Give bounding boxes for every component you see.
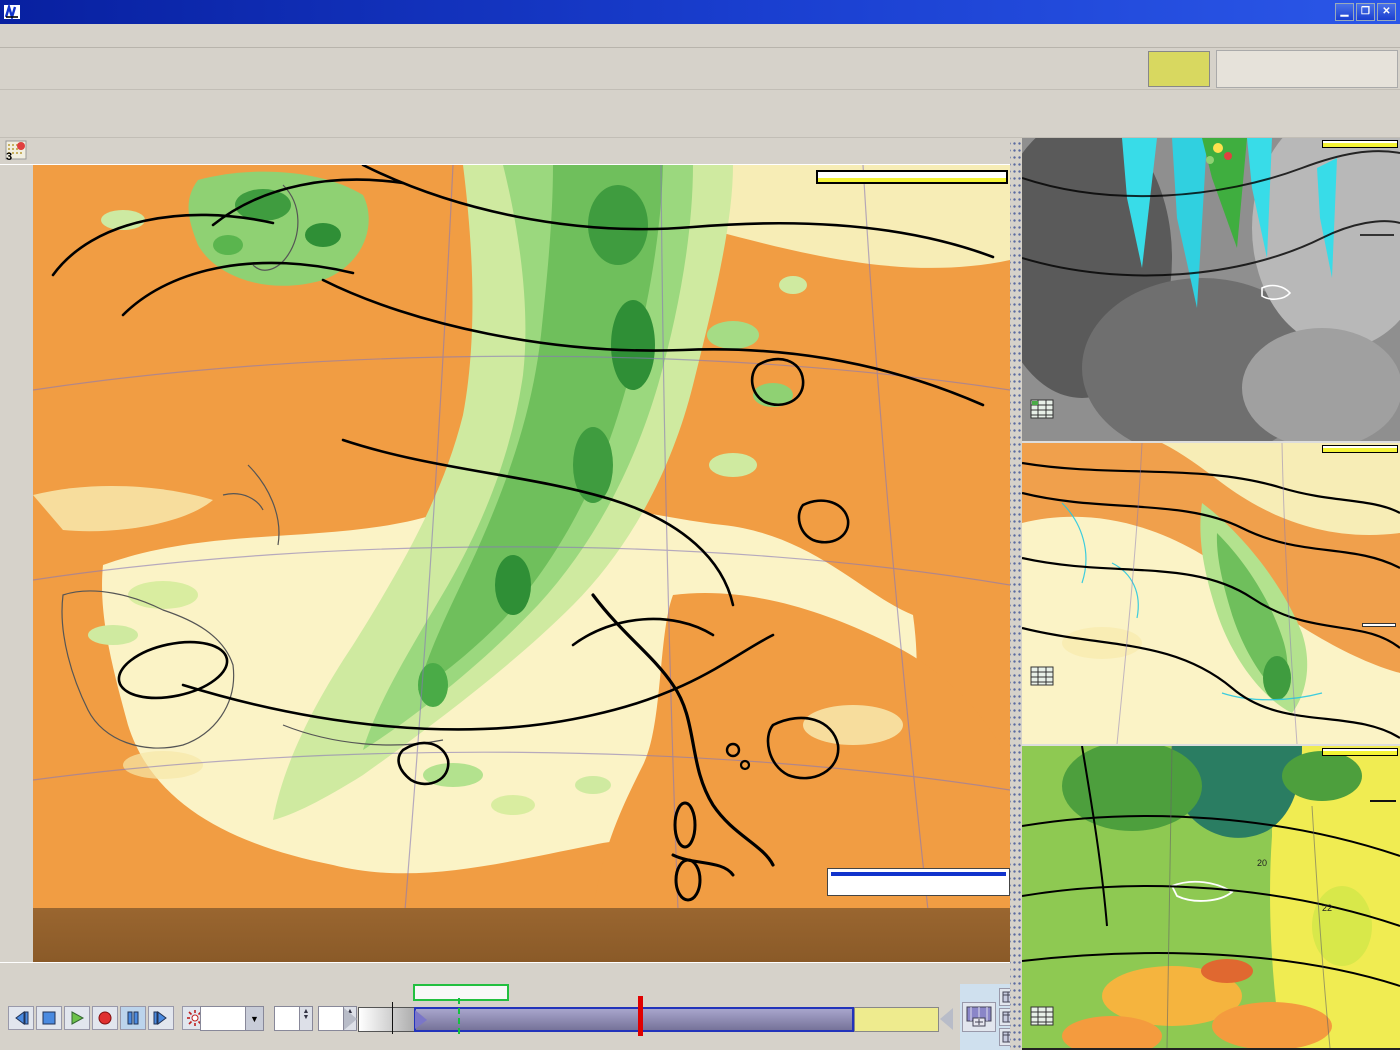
zoom-percent-button[interactable] — [1148, 51, 1210, 87]
step-count-value — [319, 1007, 343, 1030]
step-back-button[interactable] — [8, 1006, 34, 1030]
reference-time-line — [392, 1002, 393, 1034]
link-all-scenes-button[interactable] — [962, 1002, 996, 1032]
layer-status-rows[interactable] — [33, 908, 1010, 962]
dropdown-arrow-icon[interactable]: ▼ — [245, 1007, 263, 1030]
current-time-box — [413, 984, 509, 1001]
application-window: ▁ ❐ ✕ 3 — [0, 0, 1400, 1050]
main-weather-map[interactable] — [33, 165, 1010, 910]
timeline-scroll-right[interactable] — [940, 1008, 953, 1030]
wind-legend-unit — [1360, 234, 1394, 236]
timeline[interactable] — [358, 984, 958, 1050]
record-button[interactable] — [92, 1006, 118, 1030]
timeline-selected-range[interactable] — [414, 1007, 854, 1032]
scene-500hpa[interactable] — [1022, 443, 1400, 746]
scene-300hpa[interactable] — [1022, 138, 1400, 443]
restore-button[interactable]: ❐ — [1356, 3, 1375, 21]
time-control-bar: ▼ ▲▼ ▲▼ — [0, 984, 1022, 1050]
svg-text:3: 3 — [6, 151, 12, 163]
map-time-label — [818, 180, 1006, 182]
time-step-dropdown[interactable]: ▼ — [200, 1006, 264, 1031]
app-logo-icon — [4, 4, 20, 20]
side-scene-panels: 20 22 — [1022, 138, 1400, 1050]
map-title-box — [816, 170, 1008, 184]
relf-legend — [827, 868, 1010, 896]
scene-toolbar — [0, 90, 1400, 138]
legend-unit — [828, 879, 1009, 887]
title-bar[interactable]: ▁ ❐ ✕ — [0, 0, 1400, 24]
timeline-scroll-left[interactable] — [344, 1008, 357, 1030]
legend-title — [831, 872, 1006, 876]
temperature-scale — [1370, 800, 1396, 802]
alert-panel — [1216, 50, 1398, 88]
selected-time-line[interactable] — [638, 996, 643, 1036]
scene-850hpa[interactable]: 20 22 — [1022, 746, 1400, 1048]
timeline-track[interactable] — [358, 1007, 938, 1032]
map-canvas[interactable] — [33, 165, 1010, 910]
close-button[interactable]: ✕ — [1377, 3, 1396, 21]
status-bar — [0, 962, 1022, 984]
tab-group-icon: 3 — [4, 139, 30, 163]
panel-splitter[interactable] — [1010, 138, 1022, 1050]
timeline-future-range[interactable] — [854, 1007, 939, 1032]
layer-table-icon[interactable] — [1030, 399, 1056, 421]
main-toolbar — [0, 48, 1400, 90]
current-time-line — [458, 998, 460, 1034]
relf-mini-legend — [1362, 623, 1396, 627]
timeline-position-marker[interactable] — [415, 1010, 427, 1029]
layer-table-icon[interactable] — [1030, 1006, 1056, 1028]
layer-table-icon[interactable] — [1030, 666, 1056, 688]
spinner-arrows[interactable]: ▲▼ — [299, 1007, 312, 1030]
step-forward-button[interactable] — [148, 1006, 174, 1030]
loop-count-spinner[interactable]: ▲▼ — [274, 1006, 313, 1031]
wind-legend — [1360, 234, 1394, 236]
left-icon-sidebar — [0, 165, 33, 985]
panel-time-label — [1323, 145, 1397, 147]
stop-button[interactable] — [36, 1006, 62, 1030]
minimize-button[interactable]: ▁ — [1335, 3, 1354, 21]
loop-count-value — [275, 1007, 299, 1030]
panel-time-label — [1323, 753, 1397, 755]
menu-bar — [0, 24, 1400, 48]
svg-text:20: 20 — [1257, 858, 1267, 868]
svg-text:22: 22 — [1322, 903, 1332, 913]
play-button[interactable] — [64, 1006, 90, 1030]
pause-button[interactable] — [120, 1006, 146, 1030]
panel-time-label — [1323, 450, 1397, 452]
tab-bar: 3 — [0, 138, 1010, 165]
